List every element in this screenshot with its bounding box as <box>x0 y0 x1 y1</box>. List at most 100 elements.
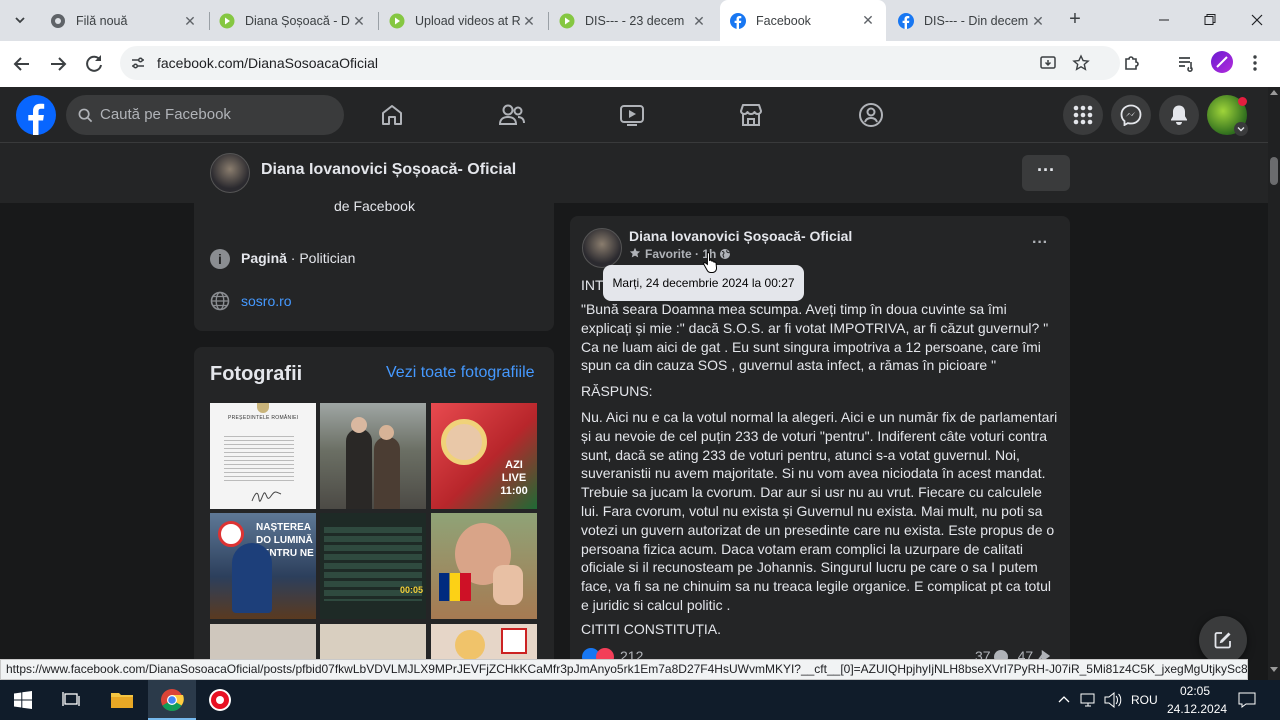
install-app-icon[interactable] <box>1039 54 1057 72</box>
page-title[interactable]: Diana Iovanovici Șoșoacă- Oficial <box>261 161 516 179</box>
nav-friends[interactable] <box>495 99 529 131</box>
scroll-down-arrow-icon[interactable] <box>1270 667 1278 672</box>
photo-thumbnail-1[interactable]: PREȘEDINTELE ROMÂNIEI <box>210 403 316 509</box>
tab-search-button[interactable] <box>8 8 32 32</box>
chrome-taskbar-button[interactable] <box>148 680 196 720</box>
chrome-menu-button[interactable] <box>1250 53 1260 73</box>
clock-time[interactable]: 02:05 <box>1180 684 1210 698</box>
rumble-icon <box>389 13 405 29</box>
task-view-button[interactable] <box>62 691 82 709</box>
person-head <box>379 425 394 440</box>
scroll-up-arrow-icon[interactable] <box>1270 90 1278 95</box>
start-button[interactable] <box>14 691 32 709</box>
windows-logo-icon <box>14 691 32 709</box>
facebook-logo-icon <box>16 95 56 135</box>
close-tab-icon[interactable]: ✕ <box>521 13 537 30</box>
profile-swoosh-icon <box>1216 56 1228 68</box>
browser-tab-new[interactable]: Filă nouă ✕ <box>40 6 208 36</box>
messenger-button[interactable] <box>1111 95 1151 135</box>
groups-icon <box>859 103 883 127</box>
media-control-button[interactable] <box>1176 53 1196 73</box>
volume-icon[interactable] <box>1104 692 1122 708</box>
nav-marketplace[interactable] <box>734 99 768 131</box>
profile-avatar[interactable] <box>1211 51 1233 73</box>
file-explorer-button[interactable] <box>110 690 134 710</box>
photo-thumbnail-3[interactable]: AZI LIVE 11:00 <box>431 403 537 509</box>
photo-thumbnail-2[interactable] <box>320 403 426 509</box>
chrome-icon <box>161 689 184 712</box>
browser-tab-rumble-3[interactable]: DIS--- - 23 decem ✕ <box>549 6 717 36</box>
browser-tab-facebook-2[interactable]: DIS--- - Din decem ✕ <box>888 6 1056 36</box>
tray-chevron-up-icon[interactable] <box>1058 694 1070 704</box>
facebook-logo[interactable] <box>16 95 56 135</box>
recorder-taskbar-button[interactable] <box>208 688 232 712</box>
intro-card: de Facebook i Pagină · Politician sosro.… <box>194 198 554 331</box>
menu-button[interactable] <box>1063 95 1103 135</box>
close-tab-icon[interactable]: ✕ <box>691 13 707 30</box>
keyboard-language[interactable]: ROU <box>1131 693 1158 707</box>
tab-title: DIS--- - Din decem <box>924 14 1029 28</box>
back-button[interactable] <box>10 52 34 76</box>
nav-home[interactable] <box>375 99 409 131</box>
network-icon[interactable] <box>1080 692 1100 708</box>
compose-icon <box>1214 632 1231 649</box>
browser-tab-facebook-active[interactable]: Facebook ✕ <box>720 0 886 41</box>
facebook-icon <box>730 12 746 29</box>
photo-thumbnail-6[interactable] <box>431 513 537 619</box>
new-tab-button[interactable]: + <box>1064 9 1086 31</box>
close-tab-icon[interactable]: ✕ <box>182 13 198 30</box>
record-icon <box>209 689 231 711</box>
account-avatar[interactable] <box>1207 95 1248 136</box>
page-avatar[interactable] <box>210 153 250 193</box>
search-icon <box>78 108 93 123</box>
tab-title: DIS--- - 23 decem <box>585 14 685 28</box>
browser-tab-rumble-2[interactable]: Upload videos at R ✕ <box>379 6 547 36</box>
nav-watch[interactable] <box>615 99 649 131</box>
reload-button[interactable] <box>82 52 106 76</box>
puzzle-icon <box>1125 56 1139 70</box>
facebook-top-nav: Caută pe Facebook <box>0 87 1268 143</box>
close-icon <box>1251 14 1263 26</box>
sos-logo-icon <box>218 521 244 547</box>
close-tab-icon[interactable]: ✕ <box>1030 13 1046 30</box>
reload-icon <box>86 55 102 72</box>
clock-date[interactable]: 24.12.2024 <box>1167 702 1227 716</box>
nav-groups[interactable] <box>854 99 888 131</box>
facebook-search-input[interactable]: Caută pe Facebook <box>66 95 344 135</box>
madonna-figure <box>232 543 272 613</box>
tab-title: Diana Șoșoacă - D <box>245 14 350 28</box>
site-info-icon[interactable] <box>130 55 146 71</box>
photo-thumbnail-5[interactable]: 00:05 <box>320 513 426 619</box>
intro-text-fragment: de Facebook <box>334 198 415 214</box>
see-all-photos-link[interactable]: Vezi toate fotografiile <box>386 364 535 382</box>
page-category: Pagină · Politician <box>241 250 355 266</box>
signature-mark <box>251 491 282 502</box>
scrollbar-thumb[interactable] <box>1270 157 1278 185</box>
browser-tab-rumble-1[interactable]: Diana Șoșoacă - D ✕ <box>209 6 377 36</box>
post-options-button[interactable]: ··· <box>1028 235 1052 254</box>
restore-button[interactable] <box>1198 10 1222 30</box>
notifications-button[interactable] <box>1159 95 1199 135</box>
extensions-button[interactable] <box>1122 53 1142 73</box>
tab-title: Upload videos at R <box>415 14 521 28</box>
close-tab-icon[interactable]: ✕ <box>860 12 876 29</box>
close-window-button[interactable] <box>1245 10 1269 30</box>
post-author-name[interactable]: Diana Iovanovici Șoșoacă- Oficial <box>629 228 852 244</box>
page-scrollbar[interactable] <box>1268 87 1280 680</box>
marketplace-icon <box>740 104 762 126</box>
address-bar[interactable]: facebook.com/DianaSosoacaOficial <box>120 46 1120 80</box>
page-more-button[interactable]: ··· <box>1022 155 1070 191</box>
close-tab-icon[interactable]: ✕ <box>351 13 367 30</box>
bookmark-star-icon[interactable] <box>1072 54 1090 72</box>
website-link[interactable]: sosro.ro <box>241 293 292 309</box>
new-message-button[interactable] <box>1199 616 1247 664</box>
rumble-icon <box>219 13 235 29</box>
notification-center-icon[interactable] <box>1238 691 1256 709</box>
forward-button[interactable] <box>46 52 70 76</box>
minimize-button[interactable] <box>1152 10 1176 30</box>
chevron-down-icon <box>1234 122 1248 136</box>
photo-thumbnail-4[interactable]: NAȘTEREA DO LUMINĂ PENTRU NE <box>210 513 316 619</box>
post-author-avatar[interactable] <box>582 228 622 268</box>
logo-badge-icon <box>501 628 527 654</box>
task-view-icon <box>62 692 80 706</box>
